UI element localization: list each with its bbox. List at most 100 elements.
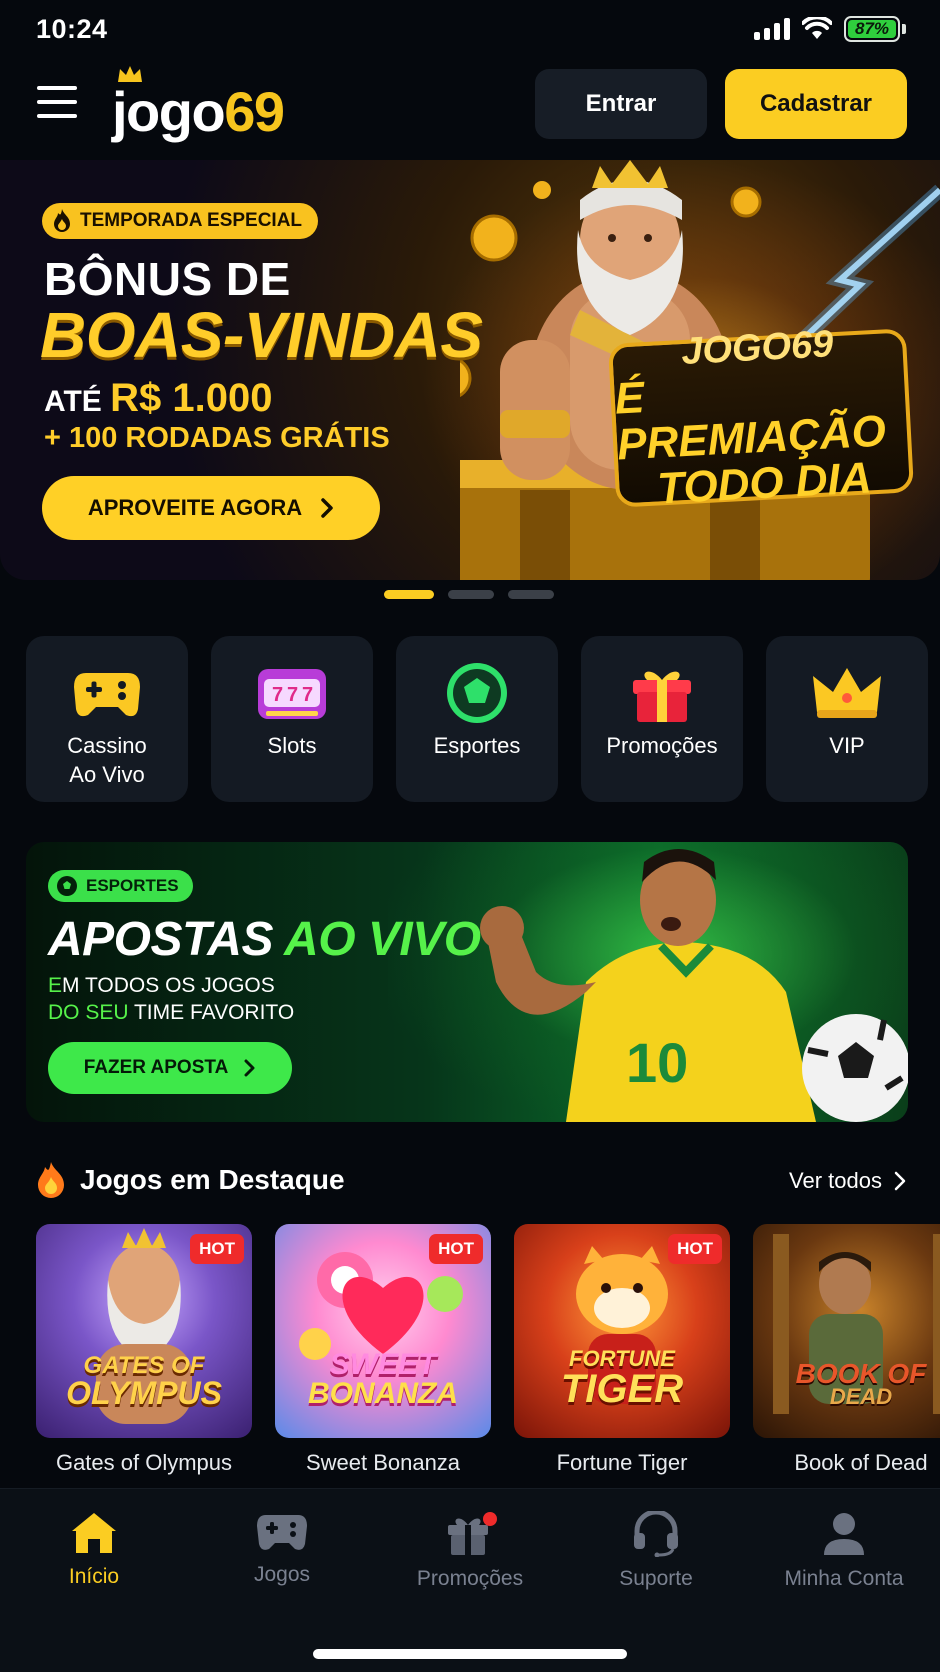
category-live-casino[interactable]: Cassino Ao Vivo [26,636,188,802]
category-sports[interactable]: Esportes [396,636,558,802]
category-label-line1: Cassino [67,733,147,758]
nav-support[interactable]: Suporte [571,1511,741,1591]
live-betting-banner[interactable]: 10 ESPORTES APOSTAS AO VIVO EM TODOS OS … [26,842,908,1122]
jersey-number: 10 [626,1031,688,1094]
sports-subtitle: EM TODOS OS JOGOS DO SEU TIME FAVORITO [48,972,294,1027]
welcome-bonus-banner[interactable]: JOGO69 É PREMIAÇÃO TODO DIA TEMPORADA ES… [0,160,940,580]
game-name: Gates of Olympus [55,1450,233,1475]
featured-title: Jogos em Destaque [80,1164,345,1195]
carousel-dot-1[interactable] [384,590,434,599]
nav-label: Promoções [416,1567,524,1590]
sports-title-green: AO VIVO [284,913,481,966]
carousel-dot-3[interactable] [508,590,554,599]
soccer-ball-icon [57,876,77,896]
hot-badge: HOT [429,1234,483,1264]
see-all-link[interactable]: Ver todos [789,1168,906,1194]
hero-amount: ATÉ R$ 1.000 [44,376,272,421]
sports-title-white: APOSTAS [48,913,273,966]
season-badge: TEMPORADA ESPECIAL [42,203,319,239]
category-label: Esportes [433,733,521,758]
headset-icon [634,1511,678,1557]
claim-bonus-label: APROVEITE AGORA [87,495,303,520]
svg-text:7: 7 [272,684,283,706]
thumb-title-2: DEAD [829,1384,893,1410]
sports-badge-text: ESPORTES [86,876,179,895]
sports-sub-2: TIME FAVORITO [128,1001,295,1025]
notification-dot [483,1512,497,1526]
see-all-label: Ver todos [789,1168,882,1193]
hamburger-menu-icon[interactable] [37,86,77,118]
thumb-title-1: BOOK OF [795,1357,927,1389]
category-label: Slots [267,733,317,758]
hot-badge: HOT [668,1234,722,1264]
wifi-icon [802,17,832,39]
category-label-line2: Ao Vivo [69,761,145,787]
battery-icon: 87% [844,16,906,42]
status-bar: 10:24 87% [0,0,940,58]
carousel-dot-2[interactable] [448,590,494,599]
carousel-indicator [384,590,554,599]
claim-bonus-button[interactable]: APROVEITE AGORA [42,476,380,540]
category-slots[interactable]: 7 7 7 Slots [211,636,373,802]
battery-level: 87% [848,19,896,38]
game-name: Fortune Tiger [556,1450,688,1475]
nav-label: Suporte [619,1567,693,1590]
season-badge-text: TEMPORADA ESPECIAL [80,210,303,231]
user-icon [824,1513,864,1555]
fire-icon [38,1162,64,1198]
sports-badge: ESPORTES [48,870,193,902]
chevron-right-icon [321,498,333,518]
nav-account[interactable]: Minha Conta [759,1511,929,1591]
game-card-book-of-dead[interactable]: BOOK OF DEAD Book of Dead [753,1224,940,1476]
gamepad-icon [74,673,140,717]
thumb-title-2: TIGER [560,1367,684,1411]
plaque-line-2: É PREMIAÇÃO [613,372,888,470]
hot-badge: HOT [190,1234,244,1264]
game-card-sweet-bonanza[interactable]: SWEET BONANZA HOT Sweet Bonanza [275,1224,491,1476]
nav-label: Minha Conta [784,1567,904,1590]
place-bet-label: FAZER APOSTA [83,1057,229,1078]
game-name: Sweet Bonanza [305,1450,461,1475]
gift-icon [633,671,691,722]
game-name: Book of Dead [794,1450,928,1475]
place-bet-button[interactable]: FAZER APOSTA [48,1042,292,1094]
cellular-signal-icon [754,18,790,40]
thumb-title-2: BONANZA [308,1376,458,1410]
hero-amount-prefix: ATÉ [44,385,102,418]
category-vip[interactable]: VIP [766,636,928,802]
signup-button[interactable]: Cadastrar [725,69,907,139]
nav-home[interactable]: Início [9,1511,179,1589]
logo-number: 69 [224,80,285,143]
game-card-fortune-tiger[interactable]: FORTUNE TIGER HOT Fortune Tiger [514,1224,730,1476]
logo-text: jogo [112,80,226,143]
login-button[interactable]: Entrar [535,69,707,139]
hero-title-line-2: BOAS-VINDAS [40,299,483,371]
promo-plaque: JOGO69 É PREMIAÇÃO TODO DIA [607,323,915,514]
svg-text:7: 7 [302,684,313,706]
home-indicator[interactable] [313,1649,627,1659]
bottom-navigation: Início Jogos Promoções Suporte Minha Con… [0,1488,940,1672]
game-card-gates-of-olympus[interactable]: GATES OF OLYMPUS HOT Gates of Olympus [36,1224,252,1476]
crown-icon [118,66,142,82]
brand-logo[interactable]: jogo69 [112,66,285,143]
nav-label: Jogos [253,1563,311,1586]
fire-icon [54,209,70,232]
category-promotions[interactable]: Promoções [581,636,743,802]
nav-promotions[interactable]: Promoções [385,1511,555,1591]
category-label: Promoções [606,733,718,758]
game-thumbnail[interactable]: FORTUNE TIGER HOT [514,1224,730,1438]
game-thumbnail[interactable]: SWEET BONANZA HOT [275,1224,491,1438]
nav-label: Início [68,1565,120,1588]
game-thumbnail[interactable]: BOOK OF DEAD [753,1224,940,1438]
status-icons: 87% [754,16,906,42]
thumb-title-2: OLYMPUS [66,1374,222,1411]
soccer-ball-icon [447,663,507,723]
football-player-illustration: 10 [480,849,908,1122]
game-thumbnail[interactable]: GATES OF OLYMPUS HOT [36,1224,252,1438]
featured-games-list: GATES OF OLYMPUS HOT Gates of Olympus SW… [36,1224,940,1476]
hero-free-spins: + 100 RODADAS GRÁTIS [44,422,390,454]
gamepad-icon [257,1515,307,1550]
sports-title: APOSTAS AO VIVO [48,912,481,967]
nav-games[interactable]: Jogos [197,1511,367,1587]
hero-amount-value: R$ 1.000 [110,376,273,420]
